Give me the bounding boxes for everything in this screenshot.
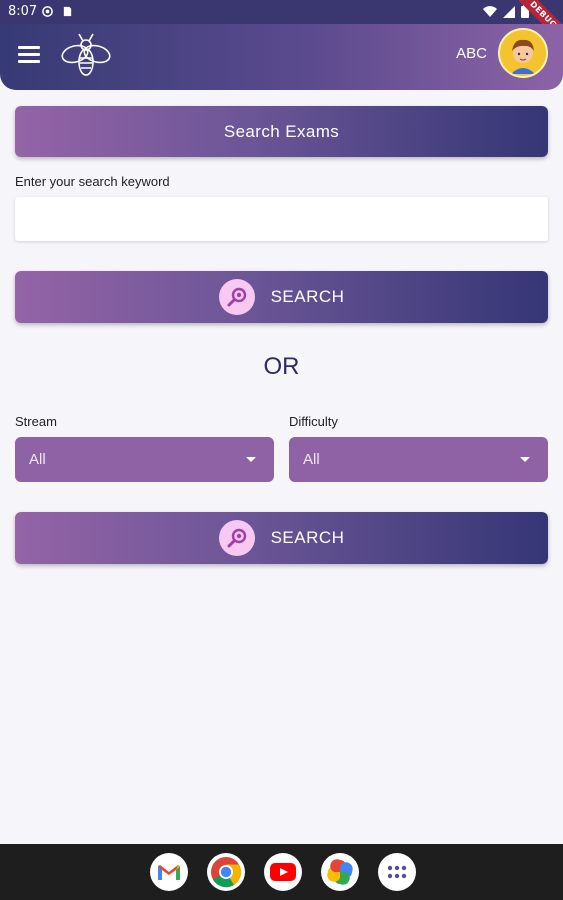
menu-icon[interactable] (16, 43, 42, 65)
app-drawer-button[interactable] (378, 853, 416, 891)
youtube-icon (270, 863, 296, 881)
search-exams-title: Search Exams (223, 121, 340, 141)
difficulty-label: Difficulty (289, 414, 338, 429)
stream-dropdown[interactable]: All (15, 437, 274, 482)
chevron-down-icon (246, 457, 256, 462)
dock-apps (150, 853, 416, 891)
youtube-app[interactable] (264, 853, 302, 891)
app-bar: ABC (0, 24, 563, 90)
filter-search-button[interactable]: SEARCH (15, 512, 548, 564)
difficulty-dropdown[interactable]: All (289, 437, 548, 482)
photos-icon (327, 859, 353, 885)
or-divider-text: OR (263, 353, 300, 380)
app-drawer-icon (387, 865, 407, 879)
status-bar: 8:07 DEBUG (0, 0, 563, 50)
stream-selected-value: All (29, 451, 46, 468)
search-button-label: SEARCH (270, 287, 345, 306)
search-icon-badge (218, 520, 255, 556)
sync-icon (42, 6, 53, 17)
chrome-icon (211, 857, 242, 888)
difficulty-selected-value: All (303, 451, 320, 468)
search-icon-badge (218, 279, 255, 315)
gmail-app[interactable] (150, 853, 188, 891)
search-button-label: SEARCH (270, 528, 345, 547)
search-icon (227, 287, 246, 307)
search-icon (227, 528, 246, 548)
user-avatar-icon (500, 30, 546, 76)
status-time: 8:07 (8, 4, 38, 19)
signal-icon (503, 5, 515, 18)
gmail-icon (158, 865, 180, 880)
bee-logo-icon (61, 33, 111, 76)
chrome-app[interactable] (207, 853, 245, 891)
user-name: ABC (456, 45, 487, 62)
keyword-search-input[interactable] (15, 197, 548, 241)
search-exams-title-button[interactable]: Search Exams (15, 106, 548, 157)
keyword-label: Enter your search keyword (15, 174, 170, 189)
system-dock (0, 844, 563, 900)
wifi-icon (483, 5, 497, 17)
photos-app[interactable] (321, 853, 359, 891)
chevron-down-icon (520, 457, 530, 462)
keyword-search-button[interactable]: SEARCH (15, 271, 548, 323)
sim-card-icon (63, 6, 72, 17)
status-indicators (483, 5, 529, 18)
avatar[interactable] (498, 28, 548, 78)
stream-label: Stream (15, 414, 57, 429)
